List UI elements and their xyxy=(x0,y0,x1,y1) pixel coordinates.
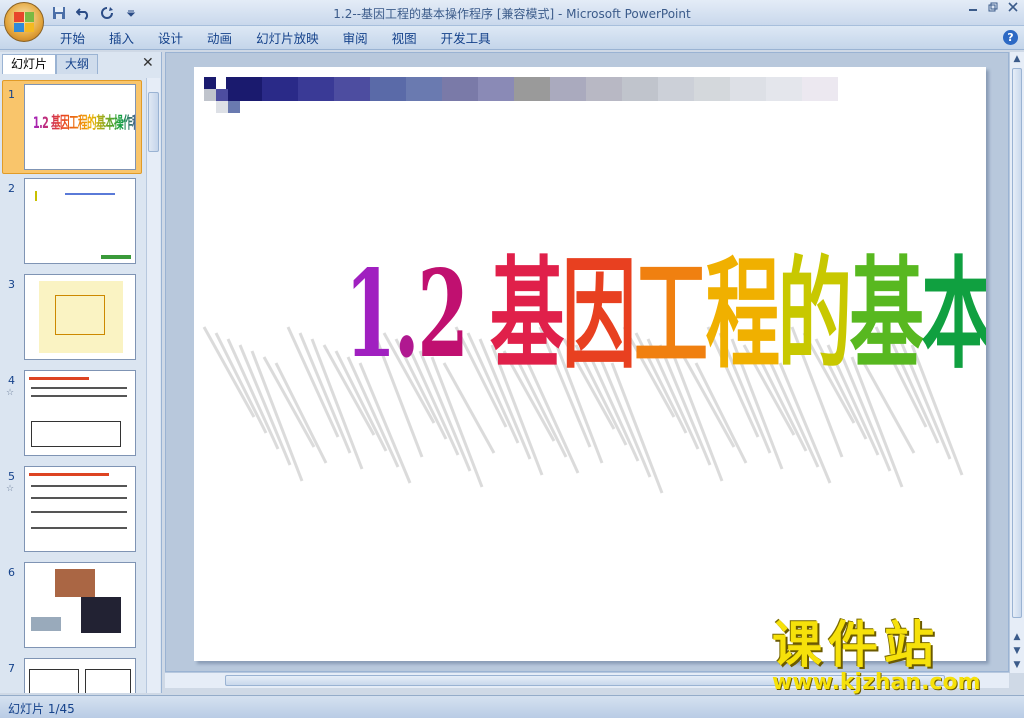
slide-number: 4 xyxy=(8,374,15,387)
slide-thumbnail-row[interactable]: 3 xyxy=(0,274,146,366)
window-title: 1.2--基因工程的基本操作程序 [兼容模式] - Microsoft Powe… xyxy=(333,7,691,21)
slide-thumbnail[interactable] xyxy=(24,178,136,264)
slide-thumbnail-row[interactable]: 1 1.2 基因工程的基本操作程序 xyxy=(0,80,146,176)
title-bar: 1.2--基因工程的基本操作程序 [兼容模式] - Microsoft Powe… xyxy=(0,0,1024,26)
undo-icon[interactable] xyxy=(74,4,92,22)
office-button[interactable] xyxy=(4,2,44,42)
ribbon-tab[interactable]: 开发工具 xyxy=(429,30,503,48)
watermark: 课件站 www.kjzhan.com xyxy=(772,620,1012,696)
slide-number: 7 xyxy=(8,662,15,675)
title-character: 本 xyxy=(921,217,986,391)
redo-icon[interactable] xyxy=(98,4,116,22)
watermark-url: www.kjzhan.com xyxy=(772,670,981,695)
slide-thumbnail-row[interactable]: 4 ☆ xyxy=(0,370,146,462)
animation-star-icon: ☆ xyxy=(6,388,15,398)
scrollbar-thumb[interactable] xyxy=(148,92,159,152)
slide-title[interactable]: 1.2 基因工程的基本操作程序 xyxy=(344,217,986,391)
slide-number: 5 xyxy=(8,470,15,483)
scroll-up-icon[interactable]: ▲ xyxy=(1012,54,1022,64)
restore-icon[interactable] xyxy=(986,2,1000,16)
ribbon-tab[interactable]: 视图 xyxy=(380,30,429,48)
office-logo-icon xyxy=(14,12,34,32)
help-icon[interactable]: ? xyxy=(1003,30,1018,45)
minimize-icon[interactable] xyxy=(966,2,980,16)
close-icon[interactable] xyxy=(1006,2,1020,16)
title-character xyxy=(466,244,489,385)
title-character: . xyxy=(393,244,420,385)
title-character: 工 xyxy=(633,244,708,385)
shadow-streak xyxy=(250,350,304,482)
slide-thumbnail[interactable] xyxy=(24,466,136,552)
close-panel-icon[interactable]: ✕ xyxy=(142,55,154,71)
slide-thumbnail[interactable] xyxy=(24,274,136,360)
scroll-down-icon[interactable]: ▼ xyxy=(1012,660,1022,670)
slide-thumbnail-row[interactable]: 2 xyxy=(0,178,146,270)
thumbnails-scrollbar[interactable] xyxy=(146,78,160,693)
title-character: 基 xyxy=(489,244,564,385)
title-character: 的 xyxy=(777,244,852,385)
slide-thumbnail[interactable] xyxy=(24,370,136,456)
title-character: 因 xyxy=(561,244,636,385)
slide-thumbnail[interactable]: 1.2 基因工程的基本操作程序 xyxy=(24,84,136,170)
animation-star-icon: ☆ xyxy=(6,484,15,494)
ribbon-tabs: 开始 插入 设计 动画 幻灯片放映 审阅 视图 开发工具 xyxy=(48,30,503,48)
slide-thumbnail[interactable] xyxy=(24,562,136,648)
window-controls xyxy=(966,2,1020,16)
title-character: 2 xyxy=(417,244,469,385)
slide-thumbnails: 11.2 基因工程的基本操作程序234☆5☆67 xyxy=(0,78,146,693)
ribbon-tab[interactable]: 插入 xyxy=(97,30,146,48)
slide-counter: 幻灯片 1/45 xyxy=(8,702,75,716)
slide-number: 1 xyxy=(8,88,15,101)
ribbon-tab[interactable]: 动画 xyxy=(195,30,244,48)
ribbon: 开始 插入 设计 动画 幻灯片放映 审阅 视图 开发工具 ? xyxy=(0,26,1024,50)
panel-tab[interactable]: 大纲 xyxy=(56,54,99,74)
title-character: 程 xyxy=(705,244,780,385)
scrollbar-thumb[interactable] xyxy=(1012,68,1022,618)
slide-number: 2 xyxy=(8,182,15,195)
prev-slide-icon[interactable]: ▲ xyxy=(1012,632,1022,642)
slide-thumbnail-row[interactable]: 7 xyxy=(0,658,146,693)
title-character: 1 xyxy=(344,244,396,385)
slide-number: 6 xyxy=(8,566,15,579)
slide-editor: 1.2 基因工程的基本操作程序 xyxy=(165,52,1009,672)
ribbon-tab[interactable]: 开始 xyxy=(48,30,97,48)
slides-panel: 幻灯片大纲 ✕ 11.2 基因工程的基本操作程序234☆5☆67 xyxy=(0,52,162,693)
quick-access-toolbar xyxy=(50,4,140,22)
ribbon-tab[interactable]: 审阅 xyxy=(331,30,380,48)
title-character: 基 xyxy=(849,244,924,385)
slide-thumbnail[interactable] xyxy=(24,658,136,693)
panel-tab[interactable]: 幻灯片 xyxy=(2,54,57,74)
slide-number: 3 xyxy=(8,278,15,291)
slide-thumbnail-row[interactable]: 6 xyxy=(0,562,146,654)
panel-tabs: 幻灯片 大纲 xyxy=(2,54,99,74)
status-bar: 幻灯片 1/45 xyxy=(0,695,1024,718)
slide-thumbnail-row[interactable]: 5 ☆ xyxy=(0,466,146,558)
ribbon-tab[interactable]: 设计 xyxy=(146,30,195,48)
watermark-logo: 课件站 xyxy=(772,616,940,674)
next-slide-icon[interactable]: ▼ xyxy=(1012,646,1022,656)
editor-vertical-scrollbar[interactable]: ▲ ▲ ▼ ▼ xyxy=(1009,52,1024,673)
current-slide[interactable]: 1.2 基因工程的基本操作程序 xyxy=(194,67,986,661)
save-icon[interactable] xyxy=(50,4,68,22)
ribbon-tab[interactable]: 幻灯片放映 xyxy=(244,30,331,48)
customize-icon[interactable] xyxy=(122,4,140,22)
